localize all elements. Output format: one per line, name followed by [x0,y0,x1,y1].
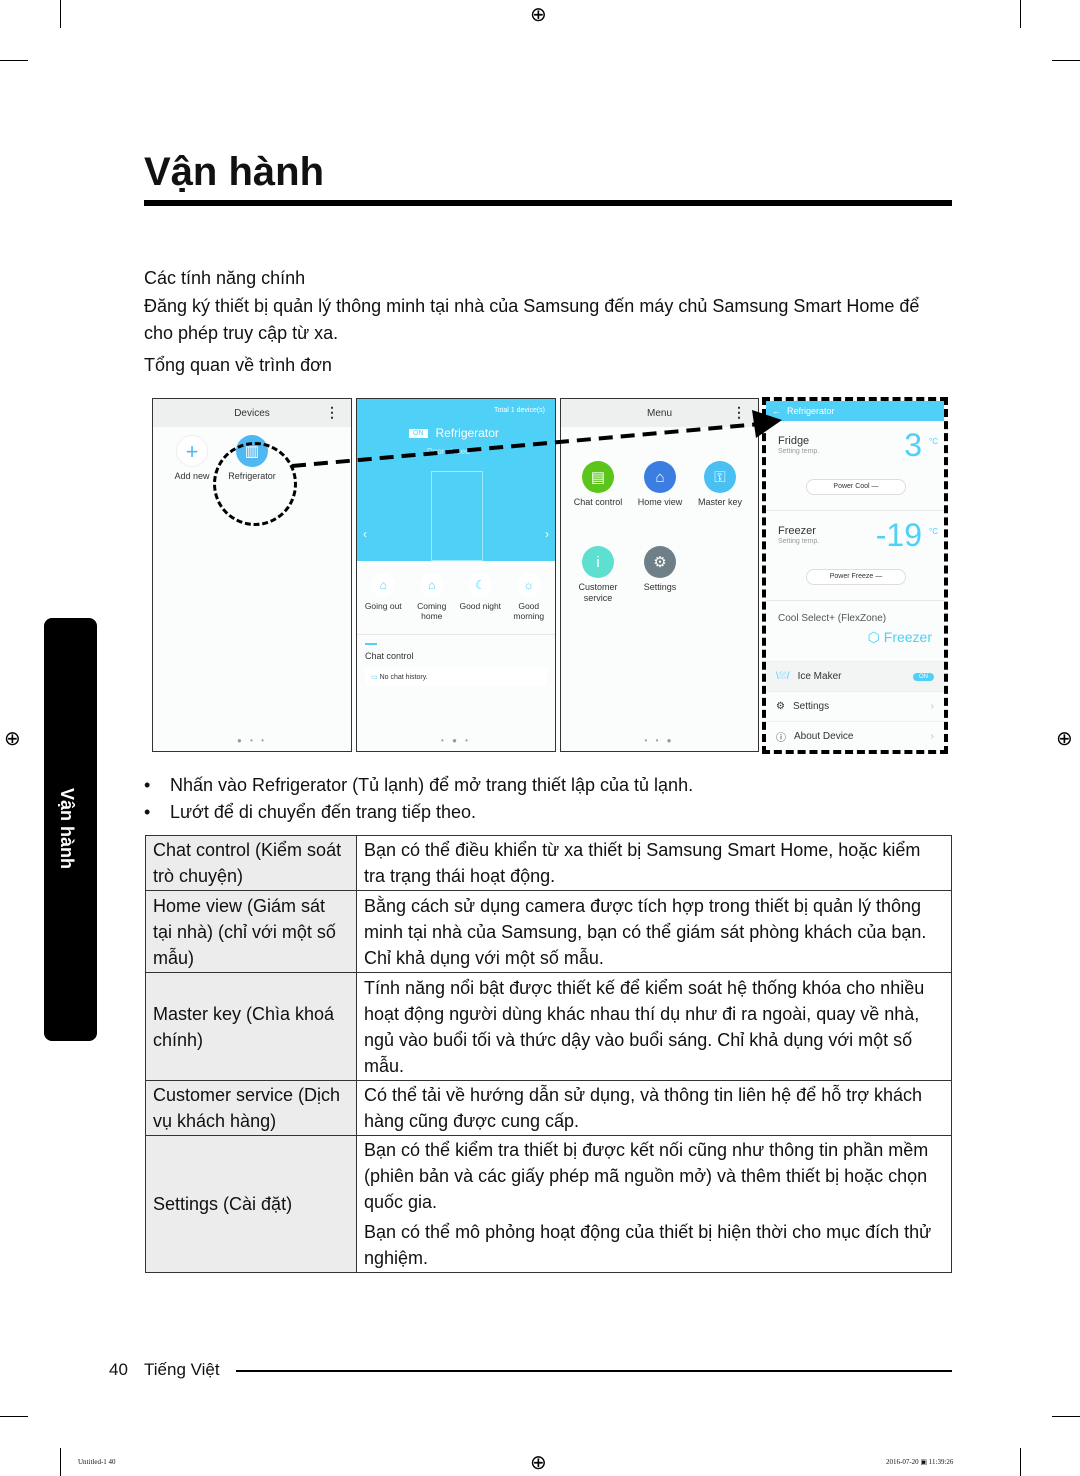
feature-name: Customer service (Dịch vụ khách hàng) [145,1080,357,1136]
bullet-item: • Lướt để di chuyển đến trang tiếp theo. [144,802,477,822]
table-row: Chat control (Kiểm soát trò chuyện) Bạn c… [145,835,952,891]
feature-description: Bạn có thể kiểm tra thiết bị được kết nố… [364,1140,929,1212]
feature-description: Tính năng nổi bật được thiết kế để kiểm … [356,972,952,1081]
feature-name: Settings (Cài đặt) [145,1135,357,1273]
registration-mark-icon: ⊕ [530,1452,547,1474]
page-number: 40 [109,1360,128,1379]
feature-name: Master key (Chìa khoá chính) [145,972,357,1081]
footer-rule [236,1370,952,1372]
crop-mark [1020,1448,1021,1476]
arrow-head-icon [752,410,782,438]
crop-mark [0,1416,28,1417]
print-timestamp: 2016-07-20 ▣ 11:39:26 [886,1458,954,1466]
table-row: Settings (Cài đặt) Bạn có thể kiểm tra th… [145,1135,952,1273]
feature-description: Bạn có thể mô phỏng hoạt động của thiết … [364,1222,932,1268]
bullet-text: Lướt để di chuyển đến trang tiếp theo. [170,802,477,822]
print-time: 11:39:26 [928,1458,954,1466]
table-row: Customer service (Dịch vụ khách hàng) Có … [145,1080,952,1136]
print-file: Untitled-1 40 [78,1458,116,1466]
feature-description: Có thể tải về hướng dẫn sử dụng, và thôn… [356,1080,952,1136]
print-date: 2016-07-20 [886,1458,919,1466]
feature-description: Bạn có thể điều khiển từ xa thiết bị Sam… [356,835,952,891]
crop-mark [60,1448,61,1476]
bullet-item: • Nhấn vào Refrigerator (Tủ lạnh) để mở t… [144,775,694,795]
feature-table: Chat control (Kiểm soát trò chuyện) Bạn c… [145,835,952,1273]
feature-description: Bằng cách sử dụng camera được tích hợp t… [356,890,952,973]
table-row: Home view (Giám sát tại nhà) (chỉ với mộ… [145,890,952,973]
side-tab-label: Vận hành [57,788,77,870]
footer-language: Tiếng Việt [144,1360,220,1379]
crop-mark [1052,1416,1080,1417]
connector-arrow [291,410,782,468]
feature-name: Home view (Giám sát tại nhà) (chỉ với mộ… [145,890,357,973]
bullet-text: Nhấn vào Refrigerator (Tủ lạnh) để mở tr… [170,775,694,795]
table-row: Master key (Chìa khoá chính) Tính năng nổ… [145,972,952,1081]
feature-name: Chat control (Kiểm soát trò chuyện) [145,835,357,891]
